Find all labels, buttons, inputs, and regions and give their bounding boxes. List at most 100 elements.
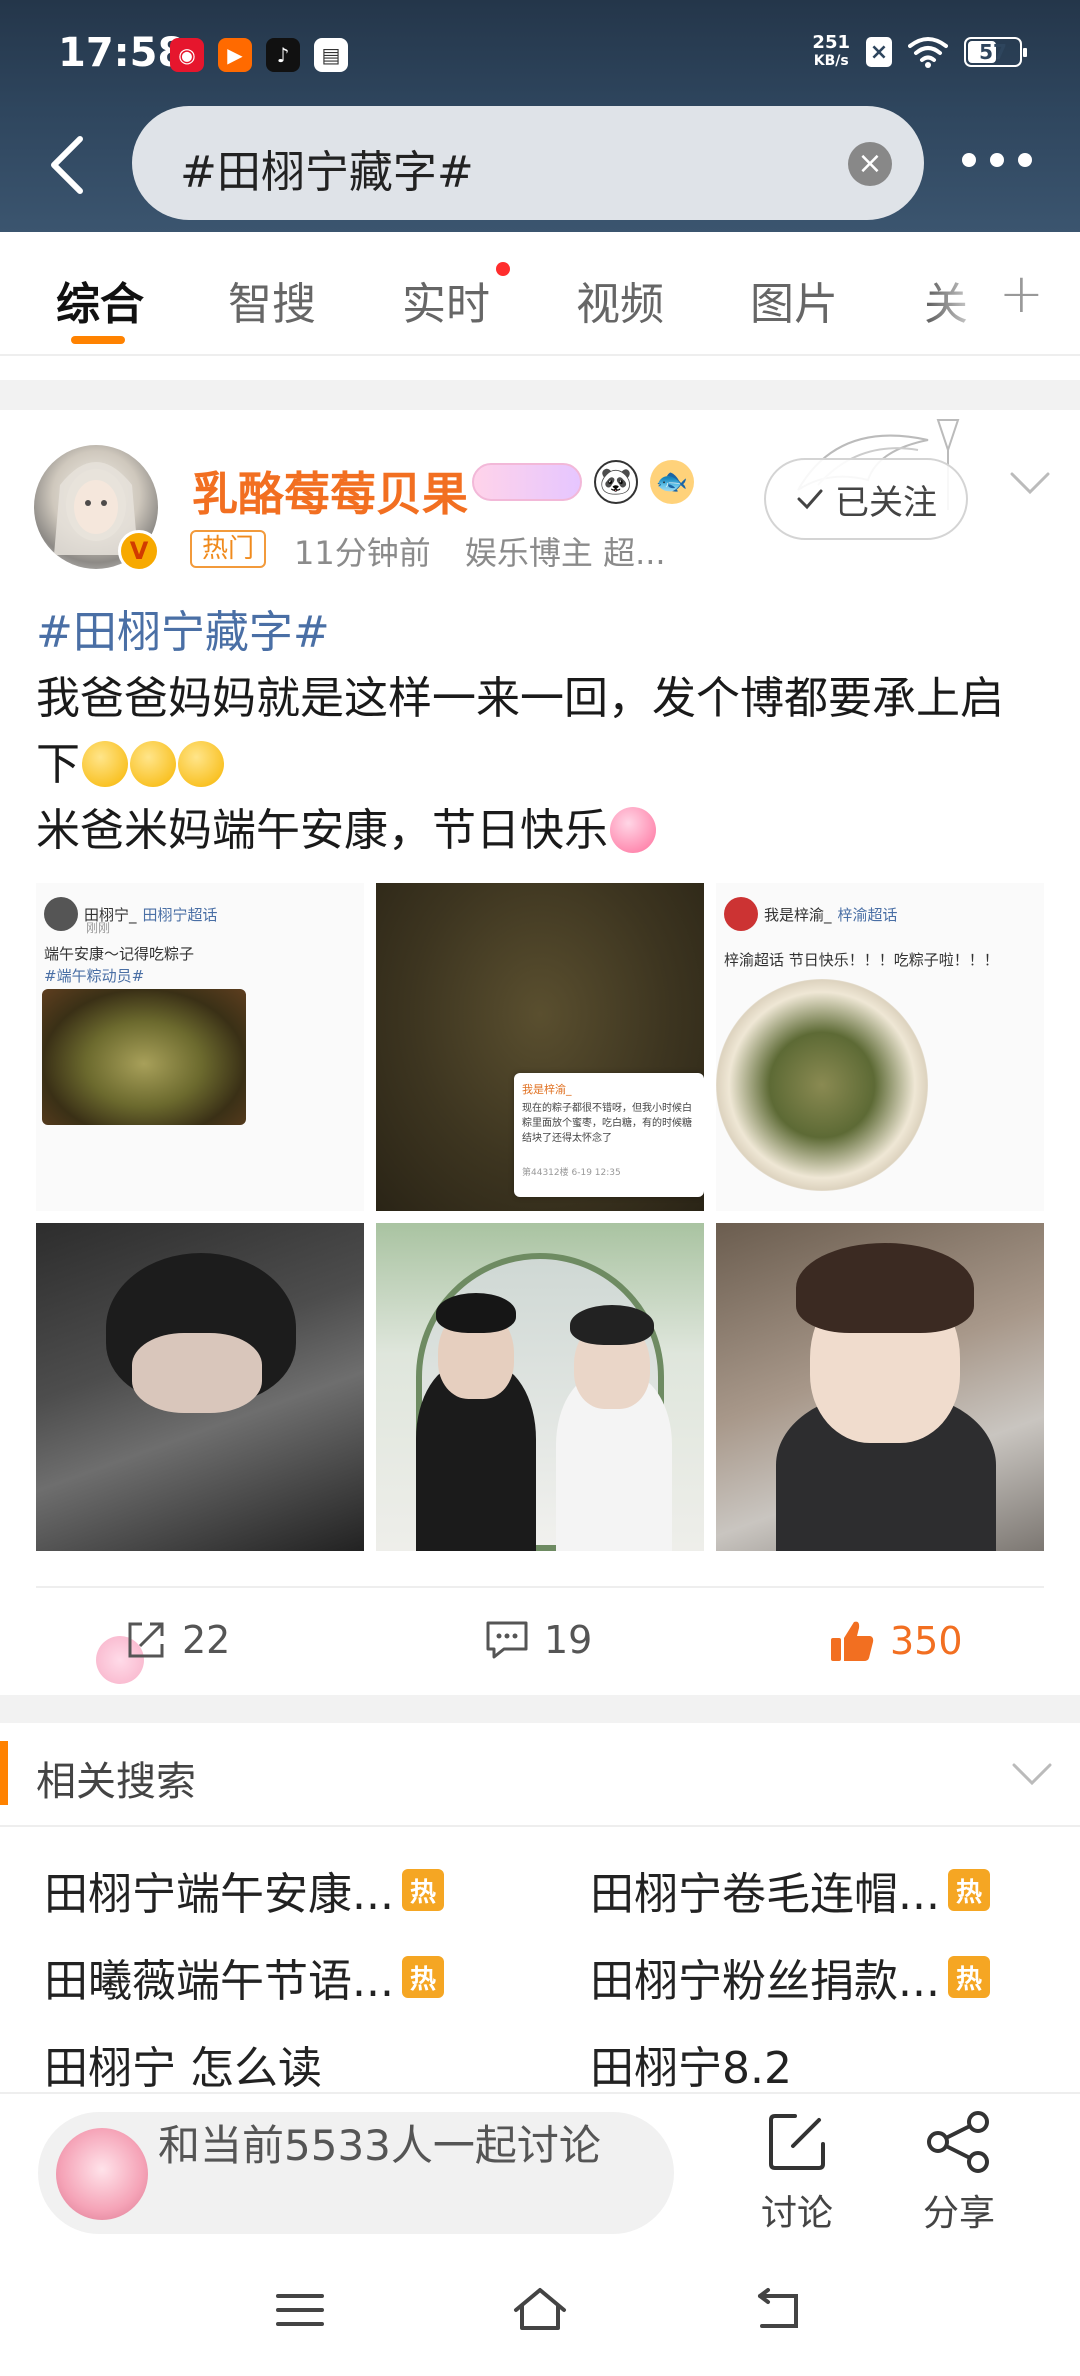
active-tab-indicator	[71, 336, 125, 344]
comment-screenshot: 我是梓渝_ 现在的粽子都很不错呀，但我小时候白粽里面放个蜜枣，吃白糖，有的时候糖…	[514, 1073, 704, 1197]
post-source: 娱乐博主 超...	[464, 534, 666, 572]
discuss-button[interactable]: 讨论	[742, 2110, 852, 2236]
hot-tag: 热门	[190, 530, 267, 568]
post-image-4[interactable]	[36, 1223, 364, 1551]
tab-smart-search[interactable]: 智搜	[228, 268, 316, 332]
related-item[interactable]: 田栩宁粉丝捐款... 热	[590, 1945, 990, 2009]
chevron-down-icon[interactable]	[1008, 468, 1052, 498]
post-actions: 22 19 350	[0, 1588, 1080, 1696]
weibo-post-card: V 乳酪莓莓贝果 🐼 🐟 热门 11分钟前 娱乐博主 超... 已关注 #田栩宁…	[0, 410, 1080, 1695]
image3-text: 梓渝超话 节日快乐！！！吃粽子啦！！！	[724, 951, 999, 969]
post-image-5[interactable]	[376, 1223, 704, 1551]
tab-video[interactable]: 视频	[576, 268, 664, 332]
clear-search-icon[interactable]: ×	[848, 142, 892, 186]
discussion-avatar	[56, 2128, 148, 2220]
image1-circle: 田栩宁超话	[142, 905, 218, 924]
music-app-icon: ♪	[266, 38, 300, 72]
image1-text-2: #端午粽动员#	[44, 967, 145, 985]
image2-text: 现在的粽子都很不错呀，但我小时候白粽里面放个蜜枣，吃白糖，有的时候糖结块了还得太…	[522, 1103, 692, 1144]
search-tabs: 综合 智搜 实时 视频 图片 关 +	[0, 232, 1080, 356]
notification-dot	[496, 262, 510, 276]
image1-text-1: 端午安康～记得吃粽子	[44, 945, 195, 963]
wallet-app-icon: ▤	[314, 38, 348, 72]
post-image-grid: 田栩宁_ 田栩宁超话 刚刚 端午安康～记得吃粽子 #端午粽动员# 我是梓渝_ 现…	[36, 883, 1044, 1551]
share-icon	[927, 2111, 989, 2173]
like-button[interactable]: 350	[828, 1618, 963, 1664]
repost-count: 22	[182, 1618, 231, 1662]
zongzi-photo	[42, 989, 246, 1125]
related-title: 相关搜索	[36, 1759, 196, 1805]
discussion-prompt: 和当前5533人一起讨论	[158, 2121, 601, 2170]
add-tab-icon[interactable]: +	[999, 262, 1044, 325]
video-app-icon: ▶	[218, 38, 252, 72]
like-count: 350	[890, 1619, 963, 1663]
check-icon	[797, 489, 823, 510]
join-discussion-input[interactable]: 和当前5533人一起讨论	[38, 2112, 674, 2234]
related-item[interactable]: 田栩宁8.2	[590, 2032, 792, 2096]
status-app-icons: ◉ ▶ ♪ ▤	[170, 38, 348, 72]
more-options-icon[interactable]	[962, 150, 1032, 170]
back-arrow-icon[interactable]	[38, 125, 98, 205]
author-name[interactable]: 乳酪莓莓贝果	[192, 458, 468, 524]
status-right: 251 KB/s × 57	[812, 32, 1027, 70]
related-item[interactable]: 田栩宁端午安康... 热	[44, 1858, 444, 1922]
image2-user: 我是梓渝_	[522, 1083, 572, 1096]
celebrate-emoji-icon	[610, 807, 656, 853]
related-item[interactable]: 田栩宁卷毛连帽... 热	[590, 1858, 990, 1922]
post-meta: 11分钟前 娱乐博主 超...	[294, 528, 690, 574]
search-query: #田栩宁藏字#	[180, 147, 474, 198]
follow-label: 已关注	[835, 482, 937, 523]
comment-button[interactable]: 19	[484, 1618, 592, 1662]
battery-level: 57	[979, 40, 1007, 64]
bottom-action-bar: 和当前5533人一起讨论 讨论 分享	[0, 2092, 1080, 2262]
menu-icon[interactable]	[272, 2282, 328, 2338]
drool-emoji-icon	[82, 741, 128, 787]
related-item[interactable]: 田栩宁 怎么读	[44, 2032, 322, 2096]
header: 17:58 ◉ ▶ ♪ ▤ 251 KB/s × 57 #田栩宁藏字# ×	[0, 0, 1080, 232]
wifi-icon	[908, 37, 948, 68]
weibo-icon: ◉	[170, 38, 204, 72]
tab-comprehensive[interactable]: 综合	[56, 268, 144, 332]
share-button[interactable]: 分享	[904, 2110, 1014, 2236]
image3-circle: 梓渝超话	[837, 905, 898, 924]
image3-user: 我是梓渝_	[764, 905, 832, 924]
thumbs-up-icon	[831, 1621, 874, 1661]
repost-button[interactable]: 22	[124, 1618, 230, 1662]
tab-realtime[interactable]: 实时	[402, 268, 490, 332]
tab-images[interactable]: 图片	[750, 268, 838, 332]
post-time: 11分钟前	[294, 534, 431, 572]
image1-sub: 刚刚	[86, 921, 111, 935]
related-item[interactable]: 田曦薇端午节语... 热	[44, 1945, 444, 2009]
edit-icon	[769, 2114, 825, 2170]
verified-badge-icon: V	[118, 530, 160, 572]
follow-button[interactable]: 已关注	[764, 458, 968, 540]
drool-emoji-icon	[130, 741, 176, 787]
zongzi-plate-photo	[716, 979, 928, 1191]
related-searches: 相关搜索 田栩宁端午安康... 热 田栩宁卷毛连帽... 热 田曦薇端午节语..…	[0, 1723, 1080, 2096]
post-image-1[interactable]: 田栩宁_ 田栩宁超话 刚刚 端午安康～记得吃粽子 #端午粽动员#	[36, 883, 364, 1211]
image2-footer: 第44312楼 6-19 12:35	[522, 1168, 621, 1178]
panda-badge-icon: 🐼	[594, 460, 638, 504]
post-line-2: 米爸米妈端午安康，节日快乐	[36, 805, 608, 856]
hot-badge: 热	[947, 1956, 990, 1998]
share-label: 分享	[922, 2193, 995, 2234]
post-image-2[interactable]: 我是梓渝_ 现在的粽子都很不错呀，但我小时候白粽里面放个蜜枣，吃白糖，有的时候糖…	[376, 883, 704, 1211]
fish-badge-icon: 🐟	[650, 460, 694, 504]
battery-icon: 57	[964, 37, 1027, 67]
comment-icon	[486, 1621, 528, 1659]
chevron-down-icon[interactable]	[1010, 1759, 1054, 1789]
hot-badge: 热	[401, 1956, 444, 1998]
post-hashtag[interactable]: #田栩宁藏字#	[36, 600, 1046, 666]
back-icon[interactable]	[750, 2282, 806, 2338]
post-image-3[interactable]: 我是梓渝_ 梓渝超话 梓渝超话 节日快乐！！！吃粽子啦！！！	[716, 883, 1044, 1211]
system-nav-bar	[0, 2262, 1080, 2376]
network-speed: 251 KB/s	[812, 32, 850, 70]
home-icon[interactable]	[510, 2282, 570, 2338]
repost-icon	[128, 1622, 164, 1658]
post-image-6[interactable]	[716, 1223, 1044, 1551]
hot-badge: 热	[401, 1869, 444, 1911]
no-sim-icon: ×	[866, 37, 892, 67]
status-time: 17:58	[58, 30, 186, 76]
search-input[interactable]: #田栩宁藏字# ×	[132, 106, 924, 220]
comment-count: 19	[544, 1618, 593, 1662]
